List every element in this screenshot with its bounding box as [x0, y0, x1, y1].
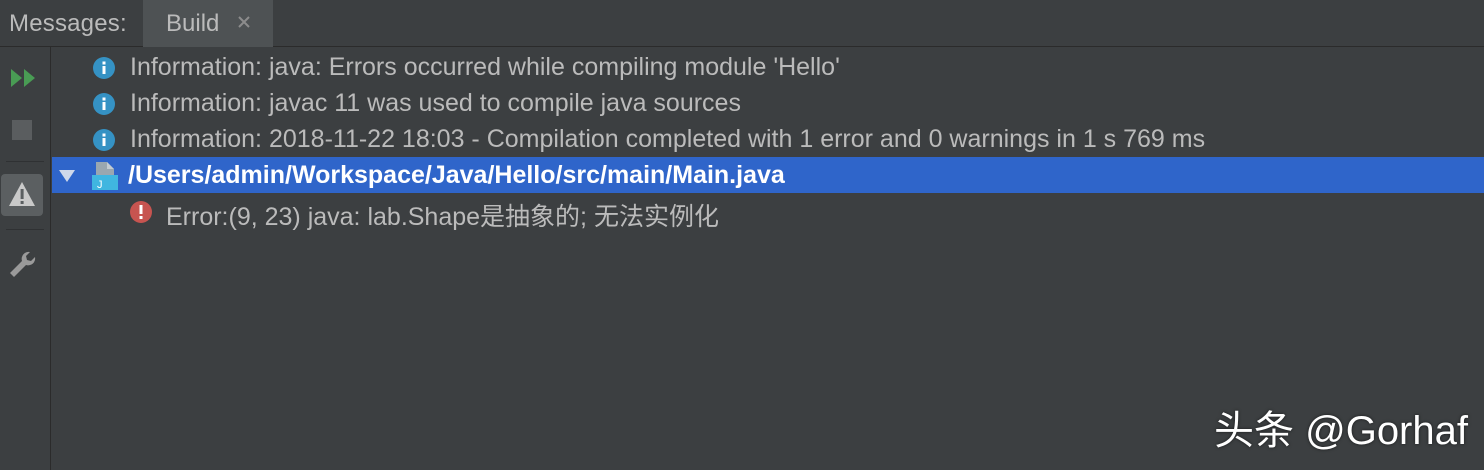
file-path: /Users/admin/Workspace/Java/Hello/src/ma… [128, 161, 785, 189]
tab-build-label: Build [166, 10, 220, 37]
info-icon [92, 128, 116, 152]
tool-strip [0, 47, 51, 470]
settings-button[interactable] [0, 247, 50, 281]
close-icon[interactable] [235, 13, 253, 31]
info-icon [92, 56, 116, 80]
message-row-info[interactable]: Information: javac 11 was used to compil… [52, 85, 1484, 121]
tool-window-header: Messages: Build [0, 0, 1484, 47]
toolbar-divider [6, 229, 44, 230]
java-file-icon: J [90, 161, 120, 196]
stop-icon [0, 115, 50, 145]
error-text: Error:(9, 23) java: lab.Shape是抽象的; 无法实例化 [166, 203, 719, 231]
info-icon [92, 92, 116, 116]
message-row-info[interactable]: Information: java: Errors occurred while… [52, 49, 1484, 85]
watermark: 头条 @Gorhaf [1213, 409, 1468, 453]
stop-button[interactable] [0, 115, 50, 145]
warning-icon [0, 173, 50, 217]
message-text: Information: 2018-11-22 18:03 - Compilat… [130, 125, 1206, 153]
message-row-info[interactable]: Information: 2018-11-22 18:03 - Compilat… [52, 121, 1484, 157]
wrench-icon [0, 247, 50, 281]
svg-text:J: J [97, 179, 103, 191]
message-text: Information: javac 11 was used to compil… [130, 89, 741, 117]
show-warnings-toggle[interactable] [0, 173, 50, 217]
message-row-file[interactable]: J /Users/admin/Workspace/Java/Hello/src/… [52, 157, 1484, 193]
rerun-icon [0, 63, 50, 93]
tab-build[interactable]: Build [143, 0, 273, 47]
rerun-button[interactable] [0, 63, 50, 93]
toolbar-divider [6, 161, 44, 162]
message-row-error[interactable]: Error:(9, 23) java: lab.Shape是抽象的; 无法实例化 [52, 193, 1484, 231]
error-icon [129, 200, 153, 224]
tool-window-title: Messages: [9, 10, 127, 37]
expand-triangle-icon[interactable] [58, 168, 76, 189]
message-text: Information: java: Errors occurred while… [130, 53, 840, 81]
